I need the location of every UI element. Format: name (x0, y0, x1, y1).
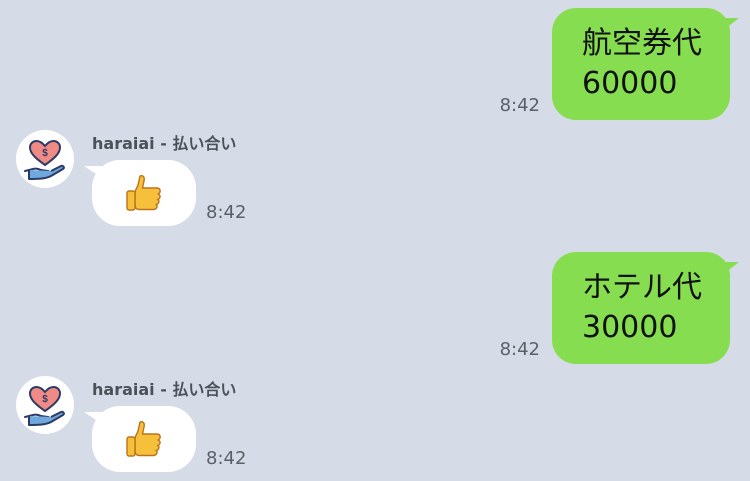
message-line: 60000 (582, 66, 678, 101)
message-bubble[interactable]: 航空券代 60000 (552, 8, 739, 120)
sticker-bubble[interactable] (84, 160, 196, 226)
heart-dollar-hand-icon: $ (24, 385, 65, 426)
bubble-tail (721, 262, 739, 276)
thumbs-up-icon (126, 421, 161, 457)
svg-text:$: $ (42, 394, 48, 405)
message-time: 8:42 (499, 95, 540, 116)
bubble-tail (84, 166, 102, 178)
sender-name: haraiai - 払い合い (92, 380, 237, 399)
bubble-tail (721, 18, 739, 32)
message-time: 8:42 (499, 339, 540, 360)
heart-dollar-hand-icon: $ (24, 139, 65, 180)
message-time: 8:42 (206, 202, 247, 223)
message-bubble[interactable]: ホテル代 30000 (552, 252, 739, 364)
avatar[interactable]: $ (16, 376, 74, 434)
message-time: 8:42 (206, 448, 247, 469)
svg-text:$: $ (42, 148, 48, 159)
sender-name: haraiai - 払い合い (92, 134, 237, 153)
thumbs-up-icon (126, 175, 161, 211)
sticker-bubble[interactable] (84, 406, 196, 472)
message-line: ホテル代 (582, 270, 702, 305)
message-line: 航空券代 (582, 26, 702, 61)
avatar[interactable]: $ (16, 130, 74, 188)
outgoing-message: 8:42 ホテル代 30000 (499, 252, 739, 364)
message-line: 30000 (582, 310, 678, 345)
outgoing-message: 8:42 航空券代 60000 (499, 8, 739, 120)
bubble-tail (84, 412, 102, 424)
